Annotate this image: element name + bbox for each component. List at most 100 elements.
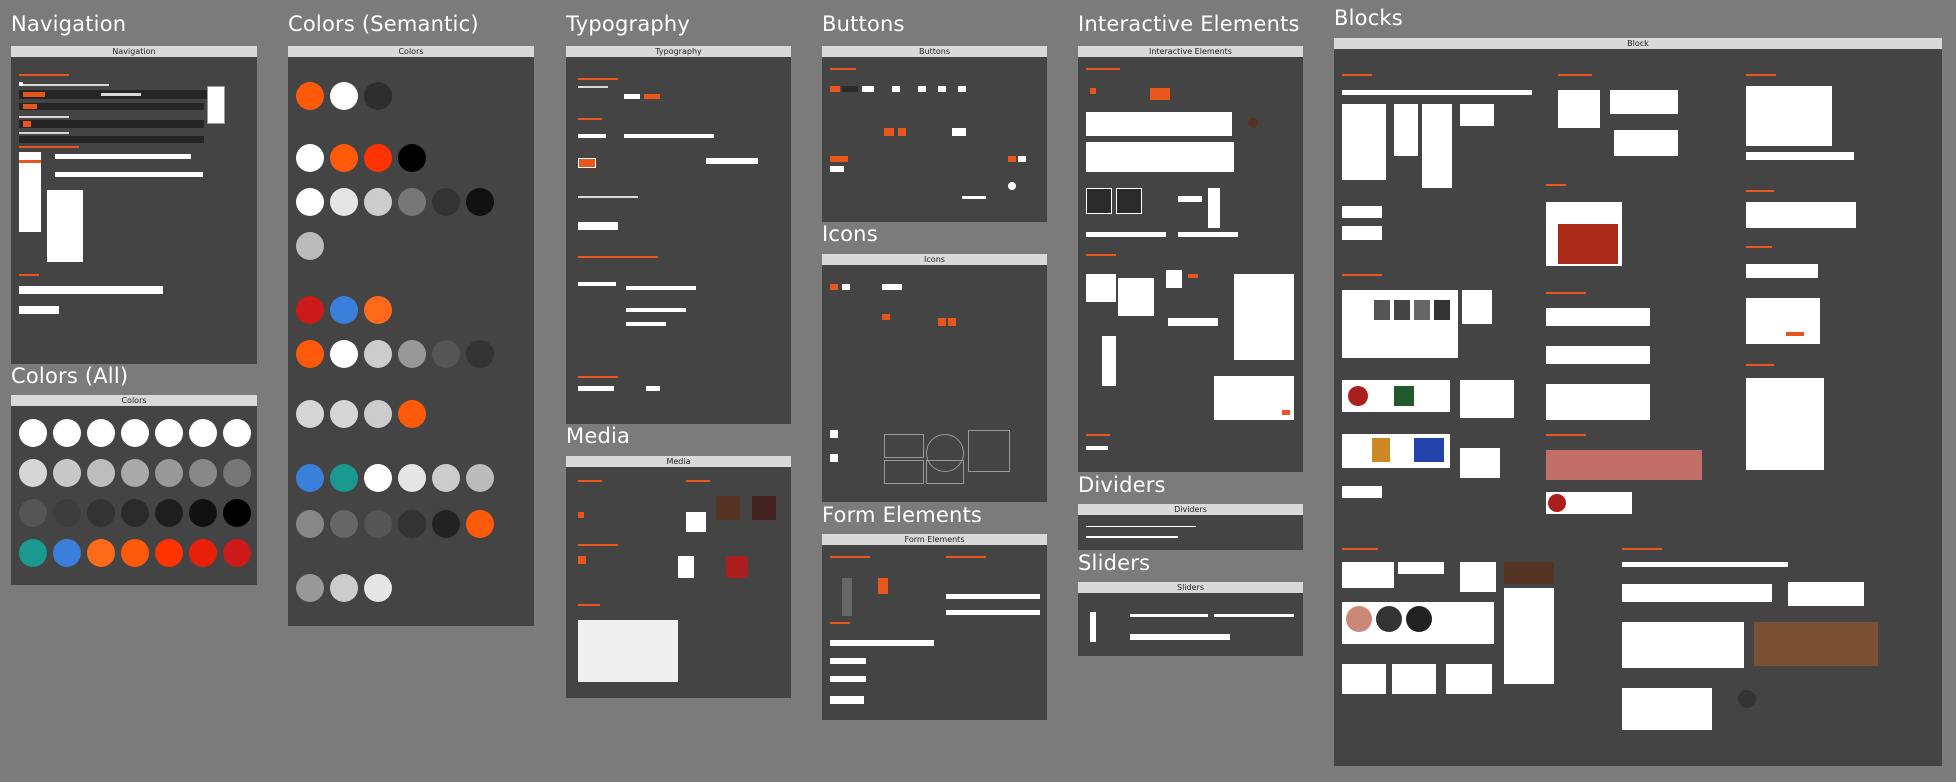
block-messages[interactable] (1610, 90, 1678, 114)
int-waveform[interactable] (1086, 112, 1232, 136)
block-button[interactable] (1342, 226, 1382, 240)
block-card[interactable] (1342, 562, 1394, 588)
form-input[interactable] (946, 610, 1040, 615)
nav-bar-4[interactable] (19, 136, 204, 143)
block-card[interactable] (1746, 264, 1818, 278)
nav-search[interactable] (101, 93, 141, 96)
int-input[interactable] (1178, 196, 1202, 202)
block-player[interactable] (1788, 582, 1864, 606)
button-sample[interactable] (1008, 156, 1016, 162)
form-input[interactable] (830, 676, 866, 682)
nav-sidebar-active[interactable] (19, 160, 41, 163)
block-messages[interactable] (1558, 90, 1600, 128)
button-sample[interactable] (1018, 156, 1026, 162)
form-input[interactable] (830, 640, 934, 646)
int-waveform[interactable] (1086, 142, 1234, 172)
block-upload-button[interactable] (1786, 332, 1804, 336)
horizontal-slider[interactable] (1214, 614, 1294, 617)
block-card[interactable] (1342, 664, 1386, 694)
button-sample[interactable] (830, 166, 844, 172)
block-notifications[interactable] (1746, 86, 1832, 146)
block-card[interactable] (1460, 380, 1514, 418)
block-panel[interactable] (1504, 588, 1554, 684)
block-button[interactable] (1342, 206, 1382, 218)
nav-tabs-bar[interactable] (55, 154, 191, 159)
int-artwork[interactable] (1086, 188, 1112, 214)
button-sample[interactable] (830, 156, 848, 162)
nav-bar2-active[interactable] (23, 104, 37, 109)
int-card[interactable] (1166, 270, 1182, 288)
block-panel[interactable] (1342, 104, 1386, 180)
block-list[interactable] (1622, 688, 1712, 730)
int-badge[interactable] (1188, 274, 1198, 278)
int-modal-button[interactable] (1282, 410, 1290, 415)
block-panel[interactable] (1394, 104, 1418, 156)
nav-bar-3[interactable] (19, 120, 204, 128)
block-form[interactable] (1546, 384, 1650, 420)
int-input[interactable] (1086, 446, 1108, 450)
button-sample[interactable] (884, 128, 894, 136)
block-card[interactable] (1460, 562, 1496, 592)
int-artwork[interactable] (1116, 188, 1142, 214)
button-sample[interactable] (862, 86, 874, 92)
form-stepper[interactable] (842, 578, 852, 616)
nav-breadcrumb-bar[interactable] (55, 172, 203, 177)
button-sample[interactable] (898, 128, 906, 136)
block-form[interactable] (1546, 308, 1650, 326)
button-sample[interactable] (958, 86, 966, 92)
button-sample[interactable] (1008, 182, 1016, 190)
block-card[interactable] (1462, 290, 1492, 324)
block-card[interactable] (1746, 202, 1856, 228)
button-sample[interactable] (952, 128, 966, 136)
int-dropdown-panel[interactable] (1234, 274, 1294, 360)
nav-menu-panel[interactable] (47, 190, 83, 262)
block-navbar[interactable] (1342, 90, 1532, 95)
nav-bar3-active[interactable] (23, 121, 31, 127)
block-card[interactable] (1398, 562, 1444, 574)
block-input[interactable] (1746, 152, 1854, 160)
block-form[interactable] (1546, 346, 1650, 364)
block-bar[interactable] (1622, 562, 1788, 567)
int-card[interactable] (1086, 274, 1116, 302)
int-bar[interactable] (1168, 318, 1218, 326)
block-panel[interactable] (1422, 104, 1452, 188)
button-sample[interactable] (962, 196, 986, 199)
block-comments[interactable] (1622, 622, 1744, 668)
block-upload[interactable] (1746, 298, 1820, 344)
int-chip[interactable] (1150, 88, 1170, 100)
form-select[interactable] (878, 578, 888, 594)
int-card[interactable] (1118, 278, 1154, 316)
int-list[interactable] (1102, 336, 1116, 386)
button-sample[interactable] (938, 86, 946, 92)
horizontal-slider[interactable] (1130, 634, 1230, 640)
block-player[interactable] (1622, 584, 1772, 602)
block-article[interactable] (1746, 378, 1824, 470)
nav-dropdown[interactable] (207, 86, 225, 124)
form-input[interactable] (830, 696, 864, 704)
int-bar[interactable] (1178, 232, 1238, 237)
form-input[interactable] (946, 594, 1040, 599)
button-sample[interactable] (830, 86, 840, 92)
nav-small-input[interactable] (19, 306, 59, 314)
nav-sidebar[interactable] (19, 152, 41, 232)
button-sample[interactable] (918, 86, 926, 92)
int-bar[interactable] (1086, 232, 1166, 237)
block-card[interactable] (1392, 664, 1436, 694)
form-input[interactable] (830, 658, 866, 664)
block-album (1414, 438, 1444, 462)
int-dot[interactable] (1090, 88, 1096, 94)
media-player[interactable] (578, 620, 678, 682)
block-panel[interactable] (1460, 104, 1494, 126)
nav-bar-active[interactable] (23, 92, 45, 97)
block-button[interactable] (1342, 486, 1382, 498)
block-card[interactable] (1460, 448, 1500, 478)
vertical-slider[interactable] (1090, 612, 1096, 642)
block-card[interactable] (1446, 664, 1492, 694)
horizontal-slider[interactable] (1130, 614, 1208, 617)
int-vertical-slider[interactable] (1208, 188, 1220, 228)
block-input[interactable] (1614, 130, 1678, 156)
button-sample[interactable] (842, 86, 858, 92)
nav-bar-2[interactable] (19, 103, 204, 110)
button-sample[interactable] (892, 86, 900, 92)
nav-search-input[interactable] (19, 286, 163, 294)
